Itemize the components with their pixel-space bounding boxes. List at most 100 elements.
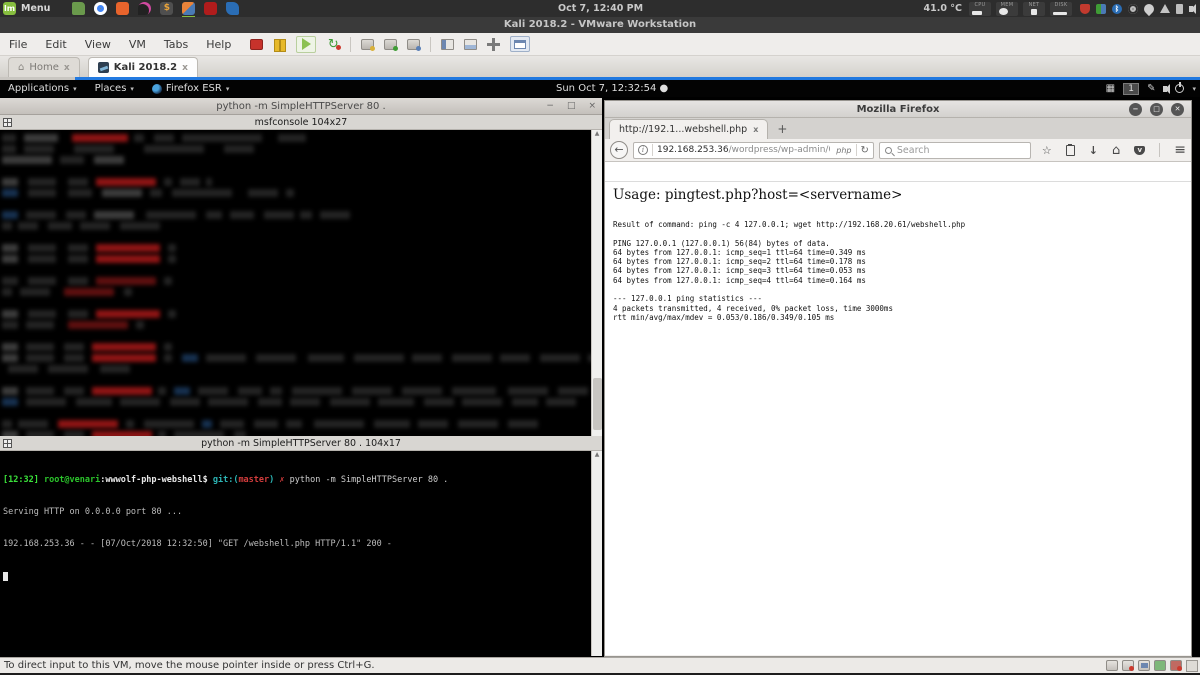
network-icon[interactable]	[1096, 4, 1106, 14]
scroll-up-icon[interactable]: ▲	[592, 451, 602, 459]
tab-home-close-icon[interactable]: x	[64, 63, 70, 73]
battery-icon[interactable]	[1176, 4, 1183, 14]
cdrom-icon[interactable]	[1122, 660, 1134, 671]
kali-clock[interactable]: Sun Oct 7, 12:32:54 ●	[556, 80, 668, 97]
power-off-icon[interactable]	[250, 39, 263, 50]
console-view-icon[interactable]	[464, 39, 477, 50]
bookmark-star-icon[interactable]: ☆	[1042, 145, 1052, 156]
shield-icon[interactable]	[1080, 4, 1090, 14]
reading-list-icon[interactable]	[1066, 145, 1075, 156]
back-button[interactable]: ←	[610, 141, 628, 159]
remote-desktop-icon[interactable]: ▦	[1106, 83, 1115, 94]
split-grid-icon[interactable]	[3, 439, 12, 448]
terminal-maximize-icon[interactable]: □	[567, 98, 576, 115]
msfconsole-pane[interactable]: ▲	[0, 130, 602, 436]
disk-monitor[interactable]: DISK	[1050, 2, 1072, 16]
tab-kali-close-icon[interactable]: x	[182, 63, 188, 73]
home-icon[interactable]: ⌂	[1112, 145, 1120, 156]
split-grid-icon[interactable]	[3, 118, 12, 127]
firefox-tab-close-icon[interactable]: x	[753, 125, 758, 134]
cpu-monitor[interactable]: CPU	[969, 2, 991, 16]
thunderbird-icon[interactable]	[226, 2, 239, 15]
terminal-minimize-icon[interactable]: −	[546, 98, 554, 115]
take-snapshot-icon[interactable]	[361, 39, 374, 50]
library-panel-icon[interactable]	[441, 39, 454, 50]
mem-monitor[interactable]: MEM	[996, 2, 1018, 16]
firefox-close-icon[interactable]: ✕	[1171, 103, 1184, 116]
snapshot-manager-icon[interactable]	[407, 39, 420, 50]
httpserver-pane[interactable]: [12:32] root@venari:wwwolf-php-webshell$…	[0, 451, 602, 656]
scrollbar-thumb[interactable]	[593, 378, 602, 430]
menu-hamburger-icon[interactable]: ≡	[1174, 145, 1186, 156]
url-bar[interactable]: i 192.168.253.36/wordpress/wp-admin/0504…	[633, 142, 874, 159]
redacted-line	[2, 374, 588, 385]
firefox-minimize-icon[interactable]: −	[1129, 103, 1142, 116]
harddisk-icon[interactable]	[1106, 660, 1118, 671]
httpserver-scrollbar[interactable]: ▲	[591, 451, 602, 656]
location-icon[interactable]	[1142, 1, 1156, 15]
tab-kali[interactable]: Kali 2018.2 x	[88, 57, 198, 77]
menu-help[interactable]: Help	[197, 38, 240, 51]
firefox-titlebar[interactable]: Mozilla Firefox − □ ✕	[605, 101, 1191, 118]
network-adapter-icon[interactable]	[1138, 660, 1150, 671]
new-tab-button[interactable]: +	[777, 122, 787, 136]
volume-icon[interactable]	[1189, 6, 1193, 12]
tab-home[interactable]: ⌂ Home x	[8, 57, 80, 77]
host-menu-button[interactable]: Menu	[21, 3, 50, 14]
bluetooth-icon[interactable]: ᛒ	[1112, 4, 1122, 14]
menu-tabs[interactable]: Tabs	[155, 38, 197, 51]
kali-power-icon[interactable]	[1175, 84, 1184, 93]
downloads-icon[interactable]: ↓	[1089, 145, 1098, 156]
resize-grip[interactable]	[1186, 660, 1198, 672]
kali-volume-icon[interactable]	[1163, 86, 1167, 92]
host-clock[interactable]: Oct 7, 12:40 PM	[558, 0, 643, 17]
scroll-up-icon[interactable]: ▲	[592, 130, 602, 138]
display-icon[interactable]	[1154, 660, 1166, 671]
places-menu[interactable]: Places▾	[95, 83, 134, 94]
reload-icon[interactable]: ↻	[861, 145, 869, 156]
firefox-maximize-icon[interactable]: □	[1150, 103, 1163, 116]
applications-menu[interactable]: Applications▾	[8, 83, 77, 94]
firefox-tab[interactable]: http://192.1...webshell.php x	[609, 119, 768, 139]
power-on-icon[interactable]	[296, 36, 316, 53]
httpserver-pane-header[interactable]: python -m SimpleHTTPServer 80 . 104x17	[0, 436, 602, 451]
app-orange-icon[interactable]	[116, 2, 129, 15]
color-picker-icon[interactable]	[138, 2, 151, 15]
panel-caret-icon[interactable]: ▾	[1192, 85, 1196, 93]
firefox-icon	[152, 84, 162, 94]
pen-icon[interactable]: ✎	[1147, 83, 1155, 94]
page-command-output: Result of command: ping -c 4 127.0.0.1; …	[613, 220, 965, 322]
msfconsole-pane-header[interactable]: msfconsole 104x27	[0, 115, 602, 130]
ping-line: --- 127.0.0.1 ping statistics ---	[613, 294, 965, 303]
fan-icon[interactable]	[1128, 4, 1138, 14]
unity-mode-icon[interactable]	[510, 36, 530, 52]
site-info-icon[interactable]: i	[638, 145, 648, 155]
chrome-icon[interactable]	[94, 2, 107, 15]
menu-file[interactable]: File	[0, 38, 36, 51]
files-icon[interactable]	[72, 2, 85, 15]
wifi-icon[interactable]	[1160, 4, 1170, 13]
snapshot-revert-icon[interactable]: ↻	[326, 39, 340, 50]
keepass-icon[interactable]	[204, 2, 217, 15]
firefox-esr-menu[interactable]: Firefox ESR▾	[152, 83, 229, 94]
usb-icon[interactable]	[1170, 660, 1182, 671]
money-icon[interactable]: $	[160, 2, 173, 15]
terminal-close-icon[interactable]: ×	[588, 98, 596, 115]
suspend-icon[interactable]	[273, 39, 286, 50]
revert-snapshot-icon[interactable]	[384, 39, 397, 50]
msfconsole-scrollbar[interactable]: ▲	[591, 130, 602, 436]
mint-menu-icon[interactable]: lm	[3, 2, 16, 15]
menu-view[interactable]: View	[76, 38, 120, 51]
active-app-icon[interactable]	[182, 2, 195, 15]
net-monitor[interactable]: NET	[1023, 2, 1045, 16]
search-input[interactable]: Search	[879, 142, 1031, 159]
php-page-action[interactable]: php	[836, 146, 851, 155]
menu-edit[interactable]: Edit	[36, 38, 75, 51]
terminal-titlebar[interactable]: python -m SimpleHTTPServer 80 . − □ ×	[0, 98, 602, 115]
tab-kali-label: Kali 2018.2	[114, 62, 177, 73]
fullscreen-icon[interactable]	[487, 38, 500, 51]
redacted-line	[2, 352, 588, 363]
pocket-icon[interactable]: v	[1134, 146, 1145, 155]
menu-vm[interactable]: VM	[120, 38, 155, 51]
workspace-switcher[interactable]: 1	[1123, 83, 1139, 95]
